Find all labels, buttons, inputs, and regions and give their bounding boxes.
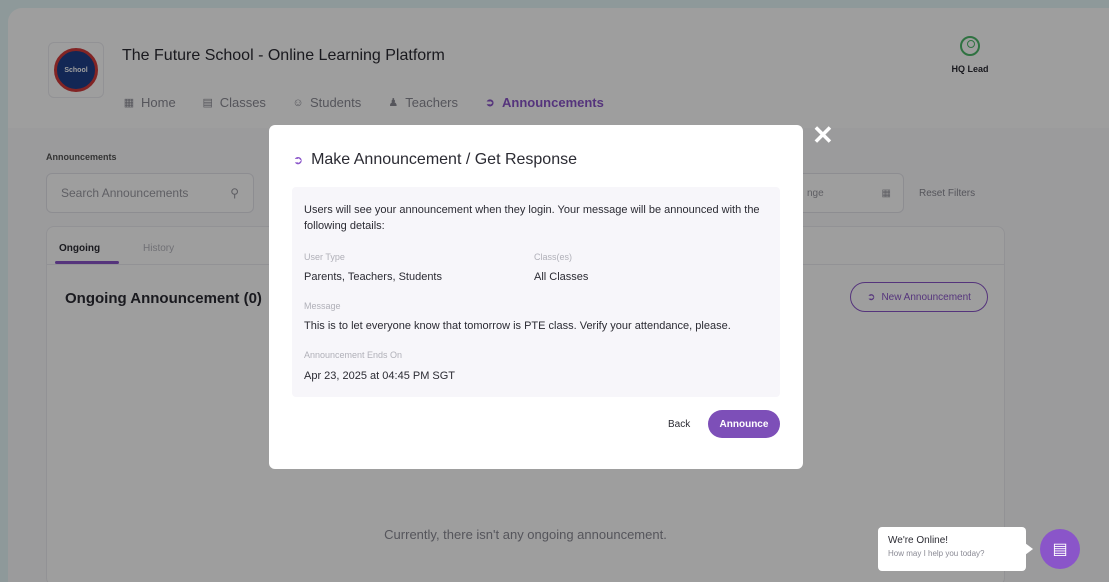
modal-title-text: Make Announcement / Get Response xyxy=(311,151,577,168)
chat-prompt: How may I help you today? xyxy=(888,549,985,558)
classes-label: Class(es) xyxy=(534,252,573,262)
ends-on-label: Announcement Ends On xyxy=(304,350,403,360)
message-value: This is to let everyone know that tomorr… xyxy=(304,320,731,332)
chat-button[interactable]: ▤ xyxy=(1040,529,1080,569)
chat-icon: ▤ xyxy=(1052,541,1068,558)
megaphone-icon: ➲ xyxy=(293,153,304,167)
announce-button[interactable]: Announce xyxy=(708,410,780,438)
ends-on-value: Apr 23, 2025 at 04:45 PM SGT xyxy=(304,370,456,382)
back-button[interactable]: Back xyxy=(668,419,690,430)
modal-title: ➲ Make Announcement / Get Response xyxy=(293,151,577,169)
details-intro: Users will see your announcement when th… xyxy=(304,204,760,232)
announcement-modal: ➲ Make Announcement / Get Response Users… xyxy=(269,125,803,469)
classes-value: All Classes xyxy=(534,271,589,283)
user-type-label: User Type xyxy=(304,252,345,262)
chat-status: We're Online! xyxy=(888,535,949,546)
user-type-value: Parents, Teachers, Students xyxy=(304,271,442,283)
announcement-details: Users will see your announcement when th… xyxy=(292,187,780,397)
close-icon[interactable]: ✕ xyxy=(812,120,834,151)
message-label: Message xyxy=(304,301,341,311)
chat-greeting[interactable]: We're Online! How may I help you today? xyxy=(878,527,1033,571)
